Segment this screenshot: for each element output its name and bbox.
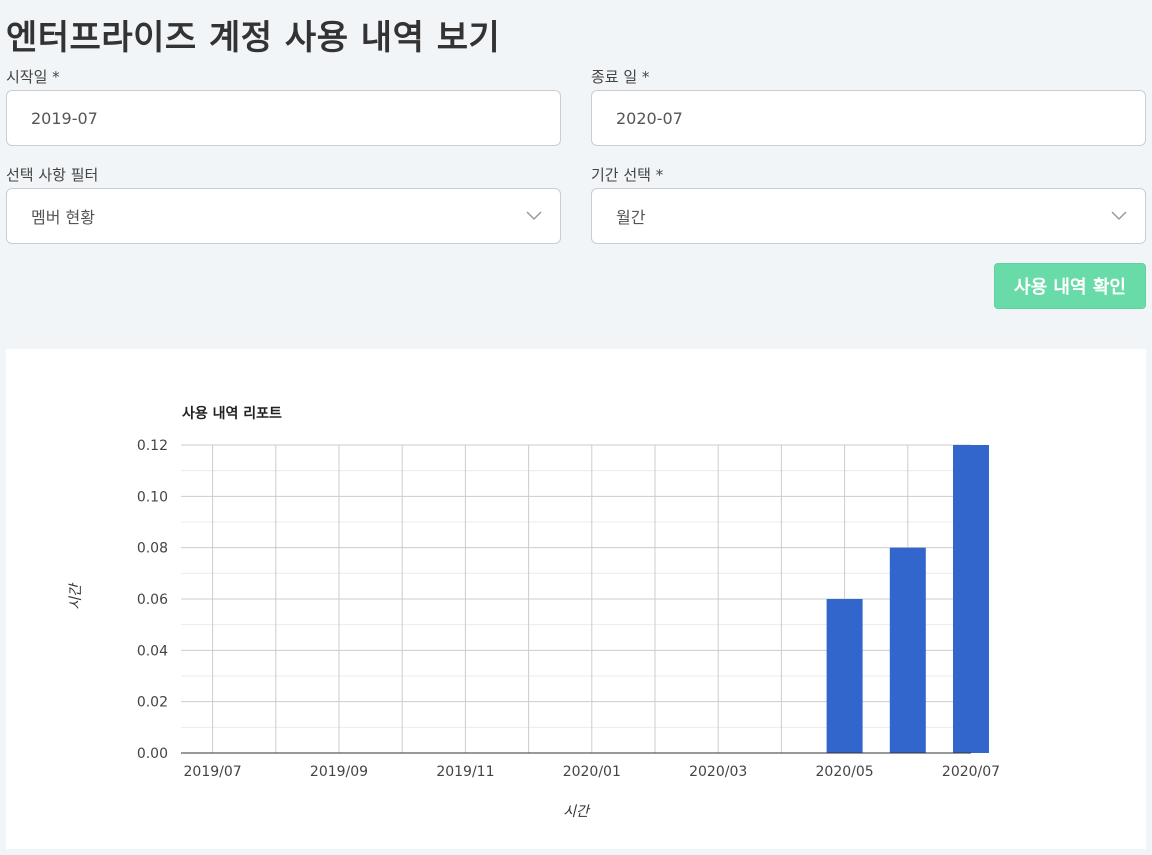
period-field: 기간 선택 * 월간 — [591, 164, 1146, 244]
chart-plot: 0.00 0.02 0.04 0.06 0.08 0.10 0.12 2019/07 2019/… — [137, 438, 1000, 780]
filter-field: 선택 사항 필터 멤버 현황 — [6, 164, 561, 244]
usage-report-chart: 사용 내역 리포트 시간 시간 0.00 0.02 0.04 0.06 0.08 0.10… — [6, 349, 1146, 849]
filter-label: 선택 사항 필터 — [6, 166, 99, 184]
y-tick-label: 0.08 — [137, 541, 168, 557]
end-date-value: 2020-07 — [616, 108, 683, 128]
period-select[interactable]: 월간 — [591, 188, 1146, 244]
x-tick-label: 2019/07 — [184, 764, 242, 780]
end-date-input[interactable]: 2020-07 — [591, 90, 1146, 146]
start-date-field: 시작일 * 2019-07 — [6, 66, 561, 146]
bar — [953, 445, 989, 753]
y-tick-label: 0.10 — [137, 489, 168, 505]
y-tick-label: 0.02 — [137, 695, 168, 711]
y-tick-label: 0.00 — [137, 746, 168, 762]
period-select-value: 월간 — [616, 208, 646, 227]
x-tick-label: 2020/07 — [942, 764, 1000, 780]
filter-select[interactable]: 멤버 현황 — [6, 188, 561, 244]
y-tick-label: 0.04 — [137, 643, 168, 659]
start-date-input[interactable]: 2019-07 — [6, 90, 561, 146]
filter-select-value: 멤버 현황 — [31, 208, 95, 227]
bar — [826, 599, 863, 753]
start-date-value: 2019-07 — [31, 108, 98, 128]
x-tick-label: 2020/01 — [563, 764, 621, 780]
chevron-down-icon — [526, 211, 542, 221]
chevron-down-icon — [1111, 211, 1127, 221]
start-date-label: 시작일 * — [6, 68, 60, 86]
x-tick-label: 2020/05 — [816, 764, 874, 780]
x-tick-label: 2019/09 — [310, 764, 368, 780]
x-tick-label: 2020/03 — [689, 764, 747, 780]
end-date-field: 종료 일 * 2020-07 — [591, 66, 1146, 146]
x-tick-label: 2019/11 — [436, 764, 494, 780]
check-usage-button[interactable]: 사용 내역 확인 — [994, 263, 1146, 309]
y-tick-label: 0.06 — [137, 592, 168, 608]
end-date-label: 종료 일 * — [591, 68, 650, 86]
y-tick-label: 0.12 — [137, 438, 168, 454]
page-title: 엔터프라이즈 계정 사용 내역 보기 — [6, 18, 501, 58]
bar — [889, 547, 926, 753]
period-label: 기간 선택 * — [591, 166, 664, 184]
